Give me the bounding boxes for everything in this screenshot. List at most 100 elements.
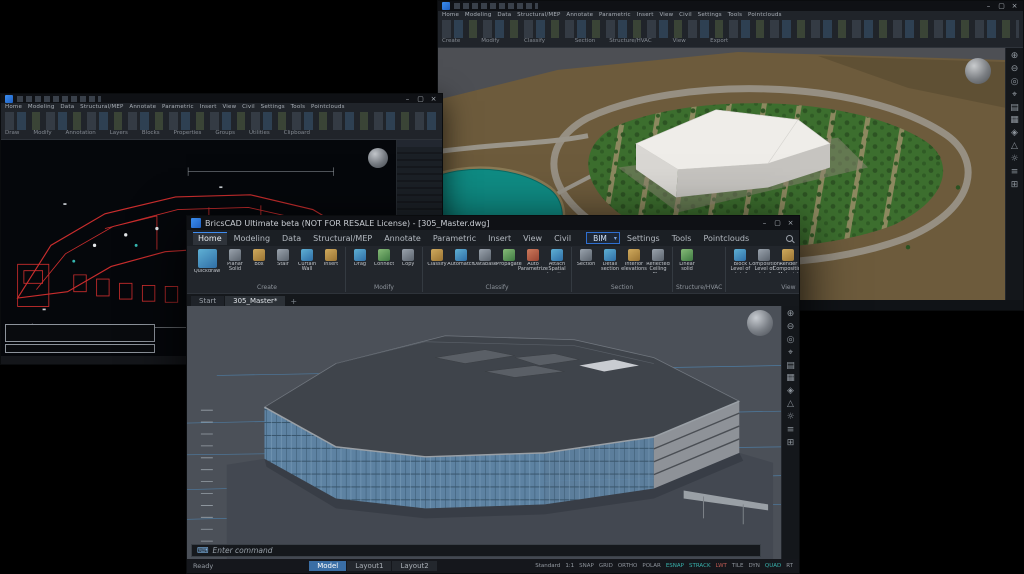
minimize-button[interactable]: –: [403, 95, 412, 103]
section-icon[interactable]: ◈: [1011, 129, 1018, 139]
section-icon[interactable]: ◈: [787, 387, 794, 397]
new-tab-button[interactable]: +: [286, 297, 301, 306]
status-toggle[interactable]: TILE: [732, 563, 744, 569]
center-icon[interactable]: ⌖: [1012, 91, 1017, 101]
quick-access-toolbar[interactable]: [454, 3, 538, 9]
tab-structural-mep[interactable]: Structural/MEP: [308, 232, 377, 245]
ribbon-button[interactable]: Drag: [349, 249, 371, 267]
ribbon-button[interactable]: Box: [248, 249, 270, 267]
search-icon[interactable]: [786, 235, 793, 242]
navigation-sphere[interactable]: [747, 310, 773, 336]
sun-icon[interactable]: ☼: [1010, 155, 1018, 165]
style-field[interactable]: Standard: [535, 563, 560, 569]
zoom-out-icon[interactable]: ⊖: [1011, 65, 1019, 75]
layout2-tab[interactable]: Layout2: [392, 561, 436, 571]
bim-building-model[interactable]: [264, 336, 768, 525]
tab-modeling[interactable]: Modeling: [229, 232, 275, 245]
workspace-combo[interactable]: BIM: [586, 232, 620, 244]
ribbon-button[interactable]: Classify: [426, 249, 448, 267]
command-input-box[interactable]: [5, 344, 155, 353]
close-button[interactable]: ×: [1010, 2, 1019, 10]
status-toggle[interactable]: STRACK: [689, 563, 711, 569]
layers-icon[interactable]: ▤: [1010, 104, 1019, 114]
top-view-icon[interactable]: △: [1011, 142, 1018, 152]
tab-civil[interactable]: Civil: [549, 232, 576, 245]
status-toggle[interactable]: LWT: [716, 563, 727, 569]
ribbon-button[interactable]: Connect: [373, 249, 395, 267]
viewport-icon[interactable]: ⊞: [1011, 181, 1019, 191]
bim-building-canvas[interactable]: [187, 306, 781, 559]
grid-icon[interactable]: ▦: [1010, 116, 1019, 126]
viewport-icon[interactable]: ⊞: [787, 439, 795, 449]
ribbon-button[interactable]: Copy: [397, 249, 419, 267]
ribbon-button[interactable]: Insert: [320, 249, 342, 267]
navigation-sphere[interactable]: [368, 148, 388, 168]
ribbon-button[interactable]: Auto Parametrize: [522, 249, 544, 273]
ribbon-button[interactable]: Linear solid: [676, 249, 698, 273]
sun-icon[interactable]: ☼: [786, 413, 794, 423]
ribbon-button[interactable]: Propagate: [498, 249, 520, 267]
ribbon-buttons-strip[interactable]: [442, 20, 1019, 38]
model-tab[interactable]: Model: [309, 561, 346, 571]
tab-parametric[interactable]: Parametric: [428, 232, 481, 245]
orbit-icon[interactable]: ◎: [787, 336, 795, 346]
ribbon-button[interactable]: Reflected Ceiling Plan: [647, 249, 669, 273]
ribbon-button[interactable]: Database: [474, 249, 496, 267]
maximize-button[interactable]: ▢: [773, 219, 782, 227]
grid-icon[interactable]: ▦: [786, 374, 795, 384]
status-toggle[interactable]: SNAP: [579, 563, 594, 569]
close-button[interactable]: ×: [429, 95, 438, 103]
maximize-button[interactable]: ▢: [416, 95, 425, 103]
tab-home[interactable]: Home: [193, 232, 227, 245]
zoom-in-icon[interactable]: ⊕: [1011, 52, 1019, 62]
bim-3d-viewport[interactable]: ⌨ Enter command: [187, 306, 781, 559]
ribbon-buttons-strip[interactable]: [5, 112, 438, 130]
layout1-tab[interactable]: Layout1: [347, 561, 391, 571]
tab-pointclouds[interactable]: Pointclouds: [698, 232, 754, 245]
properties-panel-header[interactable]: [397, 140, 442, 147]
center-icon[interactable]: ⌖: [788, 349, 793, 359]
top-view-icon[interactable]: △: [787, 400, 794, 410]
ribbon-tabs[interactable]: Home Modeling Data Structural/MEP Annota…: [442, 12, 1019, 20]
list-icon[interactable]: ≡: [1011, 168, 1019, 178]
ribbon-button[interactable]: Automatch: [450, 249, 472, 267]
tab-data[interactable]: Data: [277, 232, 306, 245]
list-icon[interactable]: ≡: [787, 426, 795, 436]
command-line[interactable]: ⌨ Enter command: [191, 544, 761, 557]
ribbon-button[interactable]: Detail section: [599, 249, 621, 273]
ribbon-button[interactable]: Section: [575, 249, 597, 267]
zoom-in-icon[interactable]: ⊕: [787, 310, 795, 320]
scale-field[interactable]: 1:1: [565, 563, 574, 569]
status-toggle[interactable]: RT: [786, 563, 793, 569]
status-toggle[interactable]: DYN: [748, 563, 759, 569]
tab-tools[interactable]: Tools: [667, 232, 697, 245]
minimize-button[interactable]: –: [984, 2, 993, 10]
doc-tab-305-master[interactable]: 305_Master*: [225, 296, 285, 306]
ribbon-button[interactable]: Stair: [272, 249, 294, 267]
layers-icon[interactable]: ▤: [786, 362, 795, 372]
status-toggle[interactable]: QUAD: [765, 563, 781, 569]
ribbon-button[interactable]: Quickdraw: [192, 249, 222, 274]
ribbon-button[interactable]: Planar Solid: [224, 249, 246, 273]
ribbon-button[interactable]: Interior elevations: [623, 249, 645, 273]
title-bar[interactable]: – ▢ ×: [438, 1, 1023, 11]
title-bar[interactable]: BricsCAD Ultimate beta (NOT FOR RESALE L…: [187, 216, 799, 230]
orbit-icon[interactable]: ◎: [1011, 78, 1019, 88]
status-toggle[interactable]: GRID: [599, 563, 613, 569]
quick-access-toolbar[interactable]: [17, 96, 101, 102]
tab-settings[interactable]: Settings: [622, 232, 665, 245]
ribbon-tabs[interactable]: Home Modeling Data Structural/MEP Annota…: [5, 104, 438, 112]
status-toggle[interactable]: POLAR: [642, 563, 660, 569]
tab-insert[interactable]: Insert: [483, 232, 516, 245]
tab-annotate[interactable]: Annotate: [379, 232, 426, 245]
minimize-button[interactable]: –: [760, 219, 769, 227]
ribbon-button[interactable]: Attach Spatial location: [546, 249, 568, 273]
status-toggle[interactable]: ORTHO: [618, 563, 638, 569]
zoom-out-icon[interactable]: ⊖: [787, 323, 795, 333]
maximize-button[interactable]: ▢: [997, 2, 1006, 10]
title-bar[interactable]: – ▢ ×: [1, 94, 442, 103]
command-history-box[interactable]: [5, 324, 155, 342]
close-button[interactable]: ×: [786, 219, 795, 227]
doc-tab-start[interactable]: Start: [191, 296, 224, 306]
tab-view[interactable]: View: [518, 232, 547, 245]
